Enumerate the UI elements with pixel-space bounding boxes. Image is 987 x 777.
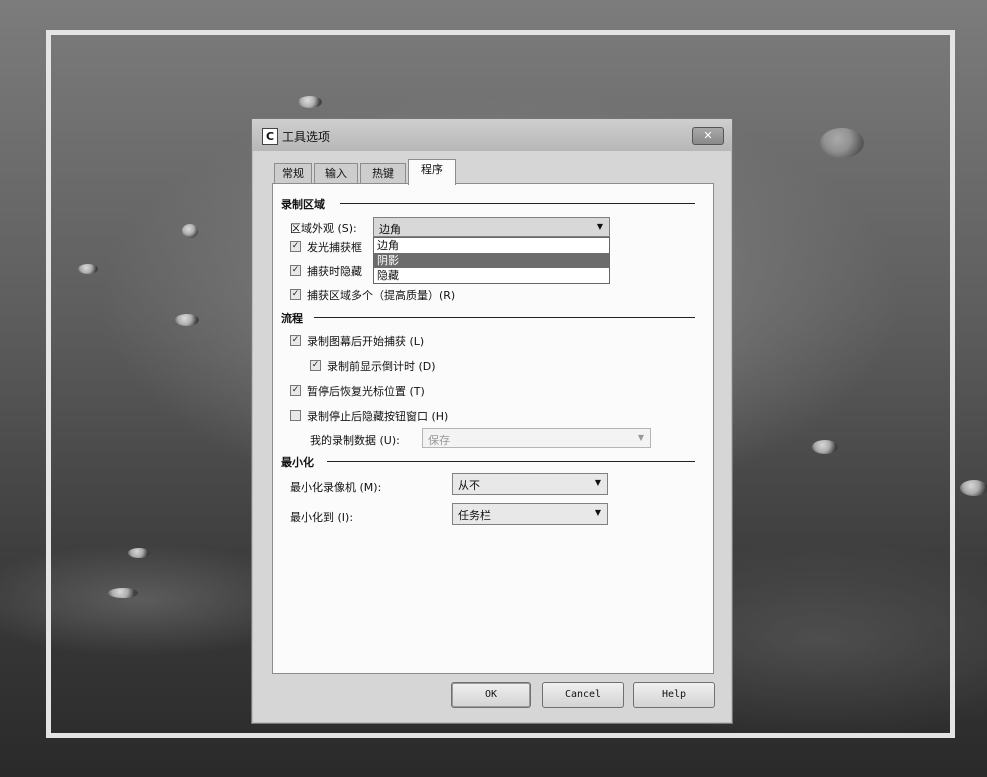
save-to-select[interactable]: 保存 ▼ <box>422 428 651 448</box>
hide-button-window-label: 录制停止后隐藏按钮窗口 (H) <box>307 410 449 423</box>
start-capture-checkbox[interactable]: ✓ <box>290 335 301 346</box>
region-appearance-dropdown: 边角 阴影 隐藏 <box>373 237 610 284</box>
app-icon: C <box>262 128 278 145</box>
hide-during-capture-checkbox[interactable]: ✓ <box>290 265 301 276</box>
help-button[interactable]: Help <box>633 682 715 708</box>
close-button[interactable]: ✕ <box>692 127 724 145</box>
countdown-checkbox[interactable]: ✓ <box>310 360 321 371</box>
section-divider <box>327 461 695 462</box>
tab-hotkeys[interactable]: 热键 <box>360 163 406 183</box>
dialog-title: 工具选项 <box>282 130 331 144</box>
cancel-button[interactable]: Cancel <box>542 682 624 708</box>
section-heading-minimize: 最小化 <box>281 456 314 469</box>
restore-cursor-label: 暂停后恢复光标位置 (T) <box>307 385 425 398</box>
select-value: 保存 <box>428 434 450 447</box>
region-appearance-select[interactable]: 边角 ▼ <box>373 217 610 237</box>
chevron-down-icon: ▼ <box>596 222 603 231</box>
dropdown-option[interactable]: 隐藏 <box>374 268 609 283</box>
tool-options-dialog: C 工具选项 ✕ 常规 输入 热键 程序 录制区域 区域外观 (S): 边角 ▼… <box>251 118 733 724</box>
select-value: 从不 <box>458 479 480 492</box>
minimize-recorder-select[interactable]: 从不 ▼ <box>452 473 608 495</box>
hide-button-window-checkbox[interactable] <box>290 410 301 421</box>
minimize-to-label: 最小化到 (I): <box>290 511 354 524</box>
glow-capture-checkbox[interactable]: ✓ <box>290 241 301 252</box>
title-bar[interactable]: C 工具选项 ✕ <box>252 119 732 151</box>
minimize-recorder-label: 最小化录像机 (M): <box>290 481 382 494</box>
multi-region-label: 捕获区域多个（提高质量）(R) <box>307 289 456 302</box>
select-value: 任务栏 <box>458 509 491 522</box>
ok-button[interactable]: OK <box>451 682 531 708</box>
chevron-down-icon: ▼ <box>594 508 601 517</box>
chevron-down-icon: ▼ <box>637 433 644 442</box>
section-heading-workflow: 流程 <box>281 312 303 325</box>
start-capture-label: 录制图幕后开始捕获 (L) <box>307 335 425 348</box>
section-divider <box>340 203 695 204</box>
tab-input[interactable]: 输入 <box>314 163 358 183</box>
region-appearance-label: 区域外观 (S): <box>290 222 357 235</box>
multi-region-checkbox[interactable]: ✓ <box>290 289 301 300</box>
chevron-down-icon: ▼ <box>594 478 601 487</box>
restore-cursor-checkbox[interactable]: ✓ <box>290 385 301 396</box>
tab-program[interactable]: 程序 <box>408 159 456 185</box>
select-value: 边角 <box>379 223 401 236</box>
section-heading-capture-region: 录制区域 <box>281 198 325 211</box>
glow-capture-label: 发光捕获框 <box>307 241 362 254</box>
save-to-label: 我的录制数据 (U): <box>310 434 400 447</box>
minimize-to-select[interactable]: 任务栏 ▼ <box>452 503 608 525</box>
hide-during-capture-label: 捕获时隐藏 <box>307 265 362 278</box>
section-divider <box>314 317 695 318</box>
tab-general[interactable]: 常规 <box>274 163 312 183</box>
countdown-label: 录制前显示倒计时 (D) <box>327 360 436 373</box>
water-drop <box>960 480 987 496</box>
dropdown-option[interactable]: 边角 <box>374 238 609 253</box>
dropdown-option-selected[interactable]: 阴影 <box>374 253 609 268</box>
